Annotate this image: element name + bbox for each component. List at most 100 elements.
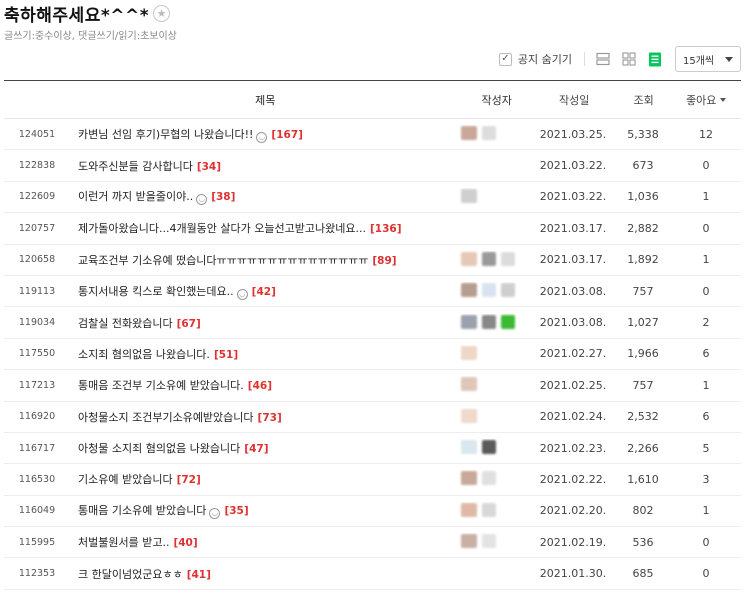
post-likes: 1 xyxy=(702,190,710,204)
post-date: 2021.02.22. xyxy=(539,472,607,486)
post-likes: 12 xyxy=(699,127,713,141)
post-views: 2,266 xyxy=(627,441,659,455)
author-cell[interactable] xyxy=(453,188,531,206)
author-redacted xyxy=(461,345,477,361)
col-likes-sort[interactable]: 좋아요 xyxy=(671,92,741,108)
comment-count[interactable]: [41] xyxy=(187,569,211,581)
table-row[interactable]: 120658 교육조건부 기소유예 떴습니다ㅠㅠㅠㅠㅠㅠㅠㅠㅠㅠㅠㅠㅠㅠㅠ [89]… xyxy=(4,245,741,276)
author-redacted xyxy=(461,188,477,204)
comment-count[interactable]: [136] xyxy=(370,223,402,235)
post-date: 2021.01.30. xyxy=(539,567,607,581)
post-title-link[interactable]: 소지죄 혐의없음 나왔습니다. xyxy=(78,348,210,361)
author-cell[interactable] xyxy=(453,502,531,520)
table-row[interactable]: 124051 카변님 선임 후기)무협의 나왔습니다!! ◡ [167] 2021.03… xyxy=(4,119,741,151)
comment-count[interactable]: [73] xyxy=(258,412,282,424)
table-row[interactable]: 116049 통매음 기소유예 받았습니다 ◡ [35] 2021.02.20. 802 1 xyxy=(4,496,741,528)
post-likes: 1 xyxy=(702,378,710,392)
table-row[interactable]: 112353 크 한달이넘었군요ㅎㅎ [41] 2021.01.30. 685 0 xyxy=(4,558,741,590)
author-cell[interactable] xyxy=(453,439,531,457)
comment-count[interactable]: [35] xyxy=(224,505,248,517)
post-date: 2021.03.08. xyxy=(539,316,607,330)
post-title-link[interactable]: 아청물소지 조건부기소유예받았습니다 xyxy=(78,411,254,424)
emoji-icon: ◡ xyxy=(256,131,268,143)
comment-count[interactable]: [72] xyxy=(177,474,201,486)
author-cell[interactable] xyxy=(453,125,531,143)
author-cell[interactable] xyxy=(453,470,531,488)
per-page-select[interactable]: 15개씩 xyxy=(675,46,741,72)
comment-count[interactable]: [67] xyxy=(177,318,201,330)
author-cell[interactable] xyxy=(453,345,531,363)
post-title-link[interactable]: 기소유예 받았습니다 xyxy=(78,473,173,486)
post-views: 685 xyxy=(632,567,654,581)
card-view-icon[interactable] xyxy=(595,51,611,67)
comment-count[interactable]: [34] xyxy=(197,161,221,173)
comment-count[interactable]: [42] xyxy=(252,286,276,298)
table-row[interactable]: 115995 처벌불원서를 받고.. [40] 2021.02.19. 536 0 xyxy=(4,527,741,559)
post-title-link[interactable]: 카변님 선임 후기)무협의 나왔습니다!! xyxy=(78,128,253,141)
table-row[interactable]: 116717 아청물 소지죄 혐의없음 나왔습니다 [47] 2021.02.23. 2… xyxy=(4,433,741,465)
author-blur xyxy=(501,314,515,329)
post-date: 2021.02.23. xyxy=(539,441,607,455)
author-cell[interactable] xyxy=(453,408,531,426)
author-cell[interactable] xyxy=(453,219,531,238)
table-row[interactable]: 122838 도와주신분들 감사합니다 [34] 2021.03.22. 673 0 xyxy=(4,150,741,182)
post-title-cell: 처벌불원서를 받고.. [40] xyxy=(70,534,453,550)
table-row[interactable]: 117213 통매음 조건부 기소유예 받았습니다. [46] 2021.02.25.… xyxy=(4,370,741,402)
table-row[interactable]: 116530 기소유예 받았습니다 [72] 2021.02.22. 1,610 3 xyxy=(4,464,741,496)
post-views: 1,610 xyxy=(627,472,659,486)
author-cell[interactable] xyxy=(453,156,531,175)
post-views: 673 xyxy=(632,159,654,173)
album-view-icon[interactable] xyxy=(621,51,637,67)
table-row[interactable]: 117550 소지죄 혐의없음 나왔습니다. [51] 2021.02.27. 1,96… xyxy=(4,339,741,371)
comment-count[interactable]: [167] xyxy=(271,129,303,141)
comment-count[interactable]: [40] xyxy=(173,537,197,549)
comment-count[interactable]: [51] xyxy=(214,349,238,361)
table-row[interactable]: 119113 통지서내용 킥스로 확인했는데요.. ◡ [42] 2021.03.08.… xyxy=(4,276,741,308)
table-row[interactable]: 122609 이런거 까지 받을줄이야.. ◡ [38] 2021.03.22. 1,03… xyxy=(4,182,741,214)
comment-count[interactable]: [38] xyxy=(211,191,235,203)
author-cell[interactable] xyxy=(453,533,531,551)
star-icon[interactable]: ★ xyxy=(153,4,171,22)
board-title[interactable]: 축하해주세요*^^* xyxy=(4,1,149,26)
post-title-link[interactable]: 처벌불원서를 받고.. xyxy=(78,536,169,549)
author-cell[interactable] xyxy=(453,376,531,394)
author-blur xyxy=(482,471,496,486)
comment-count[interactable]: [46] xyxy=(248,380,272,392)
author-cell[interactable] xyxy=(453,282,531,300)
author-cell[interactable] xyxy=(453,564,531,583)
post-title-cell: 통매음 조건부 기소유예 받았습니다. [46] xyxy=(70,377,453,393)
post-likes: 0 xyxy=(702,567,710,581)
post-title-link[interactable]: 아청물 소지죄 혐의없음 나왔습니다 xyxy=(78,442,240,455)
post-title-link[interactable]: 교육조건부 기소유예 떴습니다ㅠㅠㅠㅠㅠㅠㅠㅠㅠㅠㅠㅠㅠㅠㅠ xyxy=(78,254,368,267)
author-cell[interactable] xyxy=(453,251,531,269)
post-views: 1,892 xyxy=(627,253,659,267)
hide-notice-toggle[interactable]: ✓ 공지 숨기기 xyxy=(498,51,572,67)
post-title-link[interactable]: 제가돌아왔습니다...4개월동안 살다가 오늘선고받고나왔네요... xyxy=(78,222,366,235)
post-title-link[interactable]: 크 한달이넘었군요ㅎㅎ xyxy=(78,568,183,581)
post-title-link[interactable]: 통매음 조건부 기소유예 받았습니다. xyxy=(78,379,244,392)
post-title-cell: 통매음 기소유예 받았습니다 ◡ [35] xyxy=(70,502,453,520)
author-blur xyxy=(461,502,477,517)
post-date: 2021.02.27. xyxy=(539,347,607,361)
post-title-link[interactable]: 통지서내용 킥스로 확인했는데요.. xyxy=(78,285,234,298)
hide-notice-checkbox[interactable]: ✓ xyxy=(498,52,512,66)
post-title-link[interactable]: 도와주신분들 감사합니다 xyxy=(78,160,193,173)
author-cell[interactable] xyxy=(453,314,531,332)
comment-count[interactable]: [47] xyxy=(244,443,268,455)
post-number: 119113 xyxy=(18,285,56,297)
table-row[interactable]: 116920 아청물소지 조건부기소유예받았습니다 [73] 2021.02.24. 2… xyxy=(4,402,741,433)
list-view-icon[interactable] xyxy=(647,51,663,67)
author-redacted xyxy=(461,251,515,267)
comment-count[interactable]: [89] xyxy=(372,255,396,267)
table-row[interactable]: 119034 검찰실 전화왔습니다 [67] 2021.03.08. 1,027 2 xyxy=(4,307,741,339)
post-title-link[interactable]: 검찰실 전화왔습니다 xyxy=(78,317,173,330)
author-blur xyxy=(461,314,477,329)
post-title-link[interactable]: 이런거 까지 받을줄이야.. xyxy=(78,190,193,203)
post-number: 116530 xyxy=(18,473,56,485)
emoji-icon: ◡ xyxy=(196,194,208,206)
list-toolbar: ✓ 공지 숨기기 15개씩 xyxy=(498,44,741,74)
post-date: 2021.03.25. xyxy=(539,127,607,141)
table-row[interactable]: 120757 제가돌아왔습니다...4개월동안 살다가 오늘선고받고나왔네요...… xyxy=(4,213,741,245)
post-title-link[interactable]: 통매음 기소유예 받았습니다 xyxy=(78,504,206,517)
title-row: 축하해주세요*^^* ★ xyxy=(4,1,171,26)
